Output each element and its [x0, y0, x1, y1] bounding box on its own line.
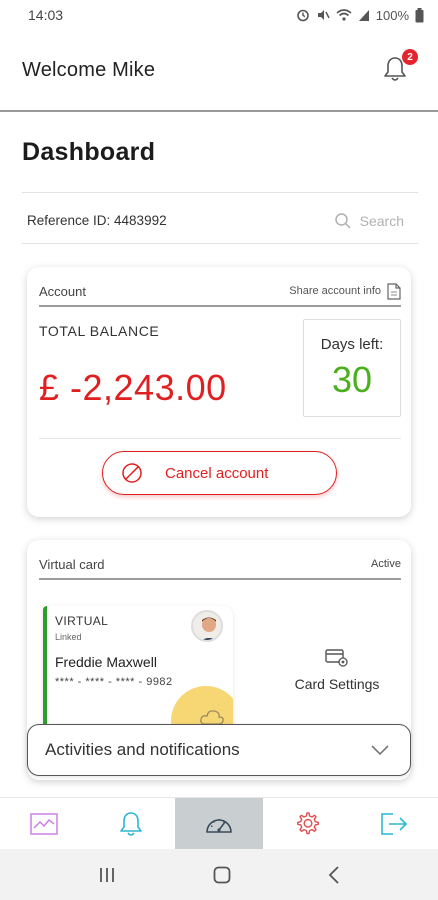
- chevron-down-icon: [371, 745, 389, 756]
- bottom-nav: [0, 797, 438, 849]
- document-icon: [387, 282, 401, 300]
- back-icon[interactable]: [327, 865, 341, 885]
- status-icons: 100%: [296, 7, 424, 23]
- cancel-account-label: Cancel account: [165, 464, 269, 482]
- cancel-account-button[interactable]: Cancel account: [102, 451, 337, 495]
- settings-gear-icon: [296, 811, 319, 834]
- activities-label: Activities and notifications: [45, 740, 240, 759]
- virtual-card-header: Virtual card Active: [39, 550, 401, 580]
- wifi-icon: [336, 9, 352, 21]
- account-card-header: Account Share account info: [39, 277, 401, 307]
- home-icon[interactable]: [212, 865, 232, 885]
- days-left-value: 30: [331, 359, 373, 400]
- card-holder-name: Freddie Maxwell: [55, 654, 157, 670]
- dashboard-gauge-icon: [206, 818, 232, 833]
- search-input[interactable]: Search: [334, 212, 418, 230]
- search-icon: [334, 212, 351, 229]
- reference-row: Reference ID: 4483992 Search: [22, 198, 418, 244]
- card-settings-label: Card Settings: [294, 676, 380, 692]
- account-card: Account Share account info TOTAL BALANCE…: [27, 267, 411, 517]
- share-account-info-button[interactable]: Share account info: [289, 282, 401, 300]
- card-type-label: VIRTUAL: [55, 614, 109, 628]
- avatar: [191, 610, 223, 642]
- page-title: Dashboard: [22, 138, 156, 166]
- account-divider: [39, 438, 401, 439]
- notification-badge: 2: [402, 49, 418, 65]
- virtual-card-section-label: Virtual card: [39, 556, 105, 572]
- reference-id: Reference ID: 4483992: [27, 213, 167, 228]
- card-linked-label: Linked: [55, 632, 82, 642]
- signal-icon: [358, 10, 369, 21]
- alarm-icon: [296, 9, 309, 22]
- battery-percent: 100%: [375, 7, 409, 23]
- logout-icon: [381, 812, 408, 835]
- nav-analytics[interactable]: [0, 798, 88, 849]
- total-balance-value: £ -2,243.00: [39, 367, 227, 408]
- share-account-info-label: Share account info: [289, 285, 381, 297]
- mute-icon: [317, 10, 330, 20]
- recent-apps-icon[interactable]: [97, 866, 117, 884]
- status-bar: 14:03 100%: [0, 0, 438, 30]
- bell-icon: [120, 811, 143, 836]
- system-nav-bar: [0, 849, 438, 900]
- battery-icon: [415, 7, 424, 22]
- activities-notifications-dropdown[interactable]: Activities and notifications: [27, 724, 411, 776]
- status-time: 14:03: [28, 7, 64, 23]
- prohibited-icon: [121, 462, 143, 484]
- nav-dashboard[interactable]: [175, 798, 263, 849]
- title-divider: [22, 192, 418, 193]
- chart-icon: [30, 812, 58, 835]
- app-header: Welcome Mike 2: [0, 30, 438, 112]
- account-section-label: Account: [39, 283, 86, 299]
- nav-notifications[interactable]: [88, 798, 176, 849]
- search-placeholder: Search: [359, 212, 404, 229]
- nav-logout[interactable]: [350, 798, 438, 849]
- notifications-button[interactable]: 2: [382, 49, 418, 85]
- card-settings-button[interactable]: Card Settings: [275, 648, 399, 692]
- virtual-card-status: Active: [371, 558, 401, 570]
- days-left-box: Days left: 30: [303, 319, 401, 417]
- welcome-text: Welcome Mike: [22, 58, 156, 81]
- card-settings-icon: [275, 648, 399, 668]
- days-left-label: Days left:: [320, 336, 384, 353]
- card-number: **** - **** - **** - 9982: [55, 676, 173, 688]
- total-balance-label: TOTAL BALANCE: [39, 323, 160, 339]
- nav-settings[interactable]: [263, 798, 351, 849]
